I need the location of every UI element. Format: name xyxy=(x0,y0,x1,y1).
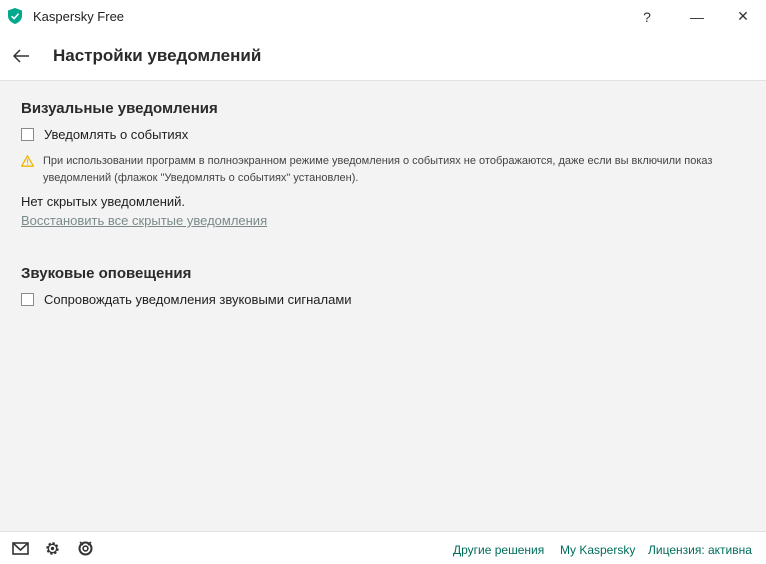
license-status-link[interactable]: Лицензия: активна xyxy=(648,543,752,557)
settings-content: Визуальные уведомления Уведомлять о собы… xyxy=(0,81,766,531)
minimize-button[interactable]: — xyxy=(674,0,720,33)
help-button[interactable]: ? xyxy=(624,0,670,33)
sound-signals-option[interactable]: Сопровождать уведомления звуковыми сигна… xyxy=(21,292,352,307)
page-header: Настройки уведомлений xyxy=(0,33,766,81)
sound-signals-checkbox[interactable] xyxy=(21,293,34,306)
sound-signals-label[interactable]: Сопровождать уведомления звуковыми сигна… xyxy=(44,292,352,307)
warning-text: При использовании программ в полноэкранн… xyxy=(43,155,713,184)
my-kaspersky-link[interactable]: My Kaspersky xyxy=(560,543,635,557)
restore-hidden-notifications-link[interactable]: Восстановить все скрытые уведомления xyxy=(21,213,267,228)
notify-events-checkbox[interactable] xyxy=(21,128,34,141)
other-solutions-link[interactable]: Другие решения xyxy=(453,543,544,557)
no-hidden-notifications-text: Нет скрытых уведомлений. xyxy=(21,194,186,209)
gear-icon[interactable] xyxy=(44,540,61,557)
mail-icon[interactable] xyxy=(12,540,29,557)
visual-notifications-title: Визуальные уведомления xyxy=(21,100,218,117)
title-bar: Kaspersky Free ? — ✕ xyxy=(0,0,766,33)
sound-alerts-title: Звуковые оповещения xyxy=(21,265,192,282)
warning-icon xyxy=(21,155,34,167)
app-title: Kaspersky Free xyxy=(33,9,125,24)
back-arrow-icon[interactable] xyxy=(12,47,30,65)
close-button[interactable]: ✕ xyxy=(720,0,766,33)
kaspersky-shield-icon xyxy=(8,8,22,24)
page-title: Настройки уведомлений xyxy=(53,46,262,65)
notify-events-option[interactable]: Уведомлять о событиях xyxy=(21,127,188,142)
support-icon[interactable] xyxy=(77,540,94,557)
fullscreen-warning: При использовании программ в полноэкранн… xyxy=(21,153,721,187)
footer-bar: Другие решения My Kaspersky Лицензия: ак… xyxy=(0,531,766,564)
notify-events-label[interactable]: Уведомлять о событиях xyxy=(44,127,188,142)
